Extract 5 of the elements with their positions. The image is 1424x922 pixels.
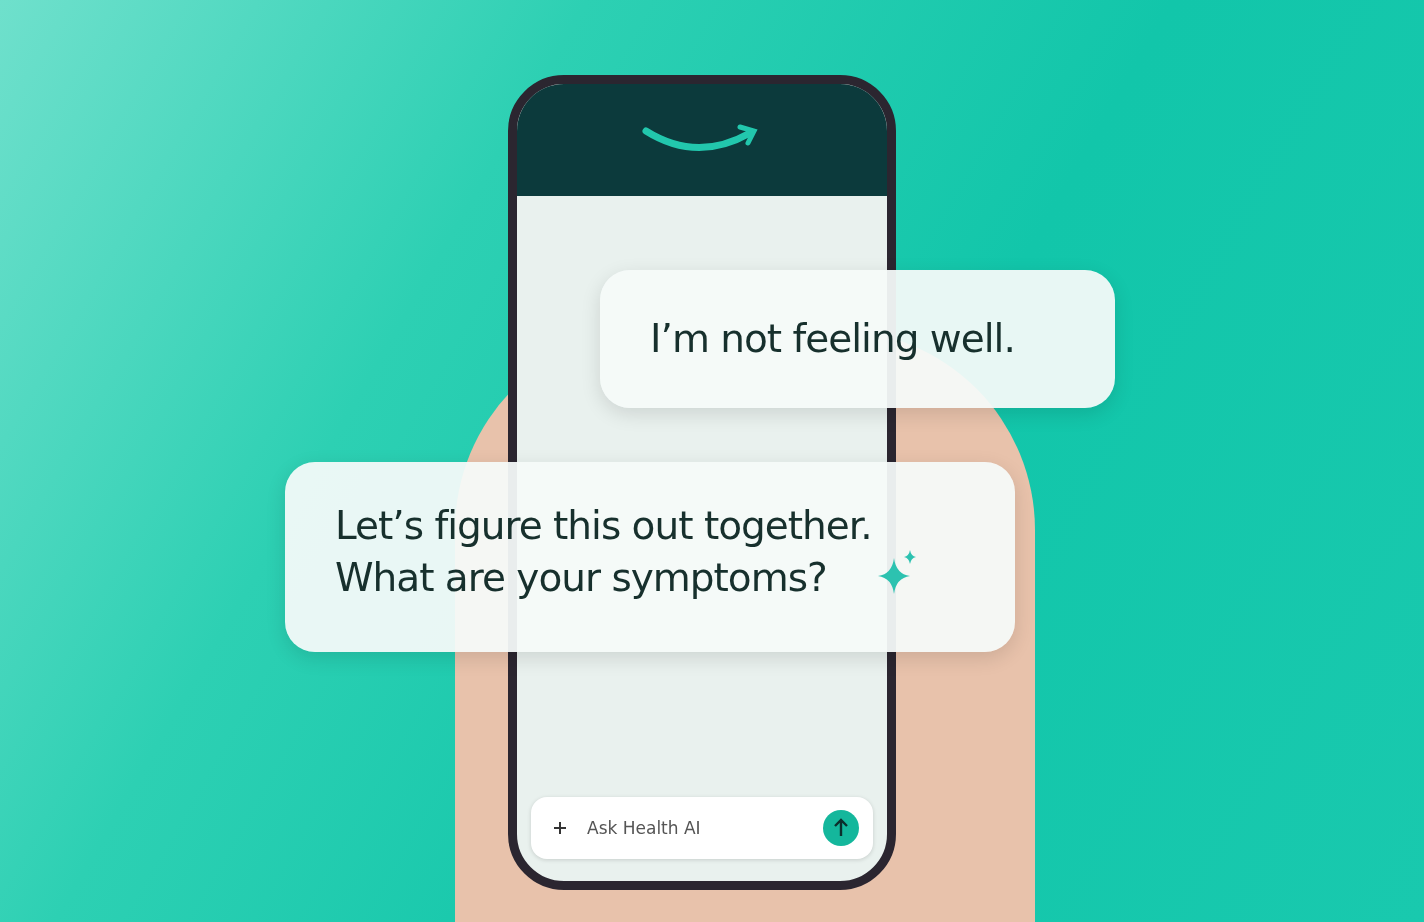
send-button[interactable] [823,810,859,846]
plus-icon[interactable] [553,821,567,835]
message-text: I’m not feeling well. [650,315,1015,363]
message-input-field[interactable]: Ask Health AI [585,817,805,839]
message-text: Let’s figure this out together. What are your symptoms? [335,502,872,602]
